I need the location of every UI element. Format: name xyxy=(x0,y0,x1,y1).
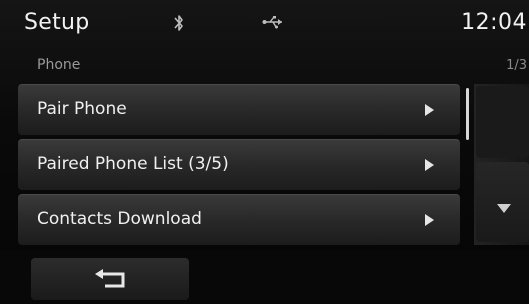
screen: Setup 12:04 Phone 1/3 Pair Phone Paired … xyxy=(0,0,529,304)
menu-item-label: Pair Phone xyxy=(37,99,127,119)
section-title: Phone xyxy=(37,57,81,73)
screen-title: Setup xyxy=(24,10,90,35)
menu-item-contacts-download[interactable]: Contacts Download xyxy=(18,194,460,245)
back-arrow-icon xyxy=(95,269,125,288)
usb-icon xyxy=(262,16,282,29)
clock: 12:04 xyxy=(461,10,527,35)
scrollbar-thumb[interactable] xyxy=(466,88,469,140)
menu-item-paired-phone-list[interactable]: Paired Phone List (3/5) xyxy=(18,139,460,190)
menu-item-label: Contacts Download xyxy=(37,209,202,229)
chevron-right-icon xyxy=(425,214,434,226)
menu-item-label: Paired Phone List (3/5) xyxy=(37,154,229,174)
page-indicator: 1/3 xyxy=(506,58,527,73)
bluetooth-icon xyxy=(174,15,183,31)
chevron-right-icon xyxy=(425,104,434,116)
chevron-right-icon xyxy=(425,159,434,171)
scroll-up-button[interactable] xyxy=(476,86,529,158)
menu-item-pair-phone[interactable]: Pair Phone xyxy=(18,84,460,135)
scroll-down-icon xyxy=(497,204,511,213)
scroll-down-button[interactable] xyxy=(476,162,529,242)
back-button[interactable] xyxy=(31,258,189,300)
